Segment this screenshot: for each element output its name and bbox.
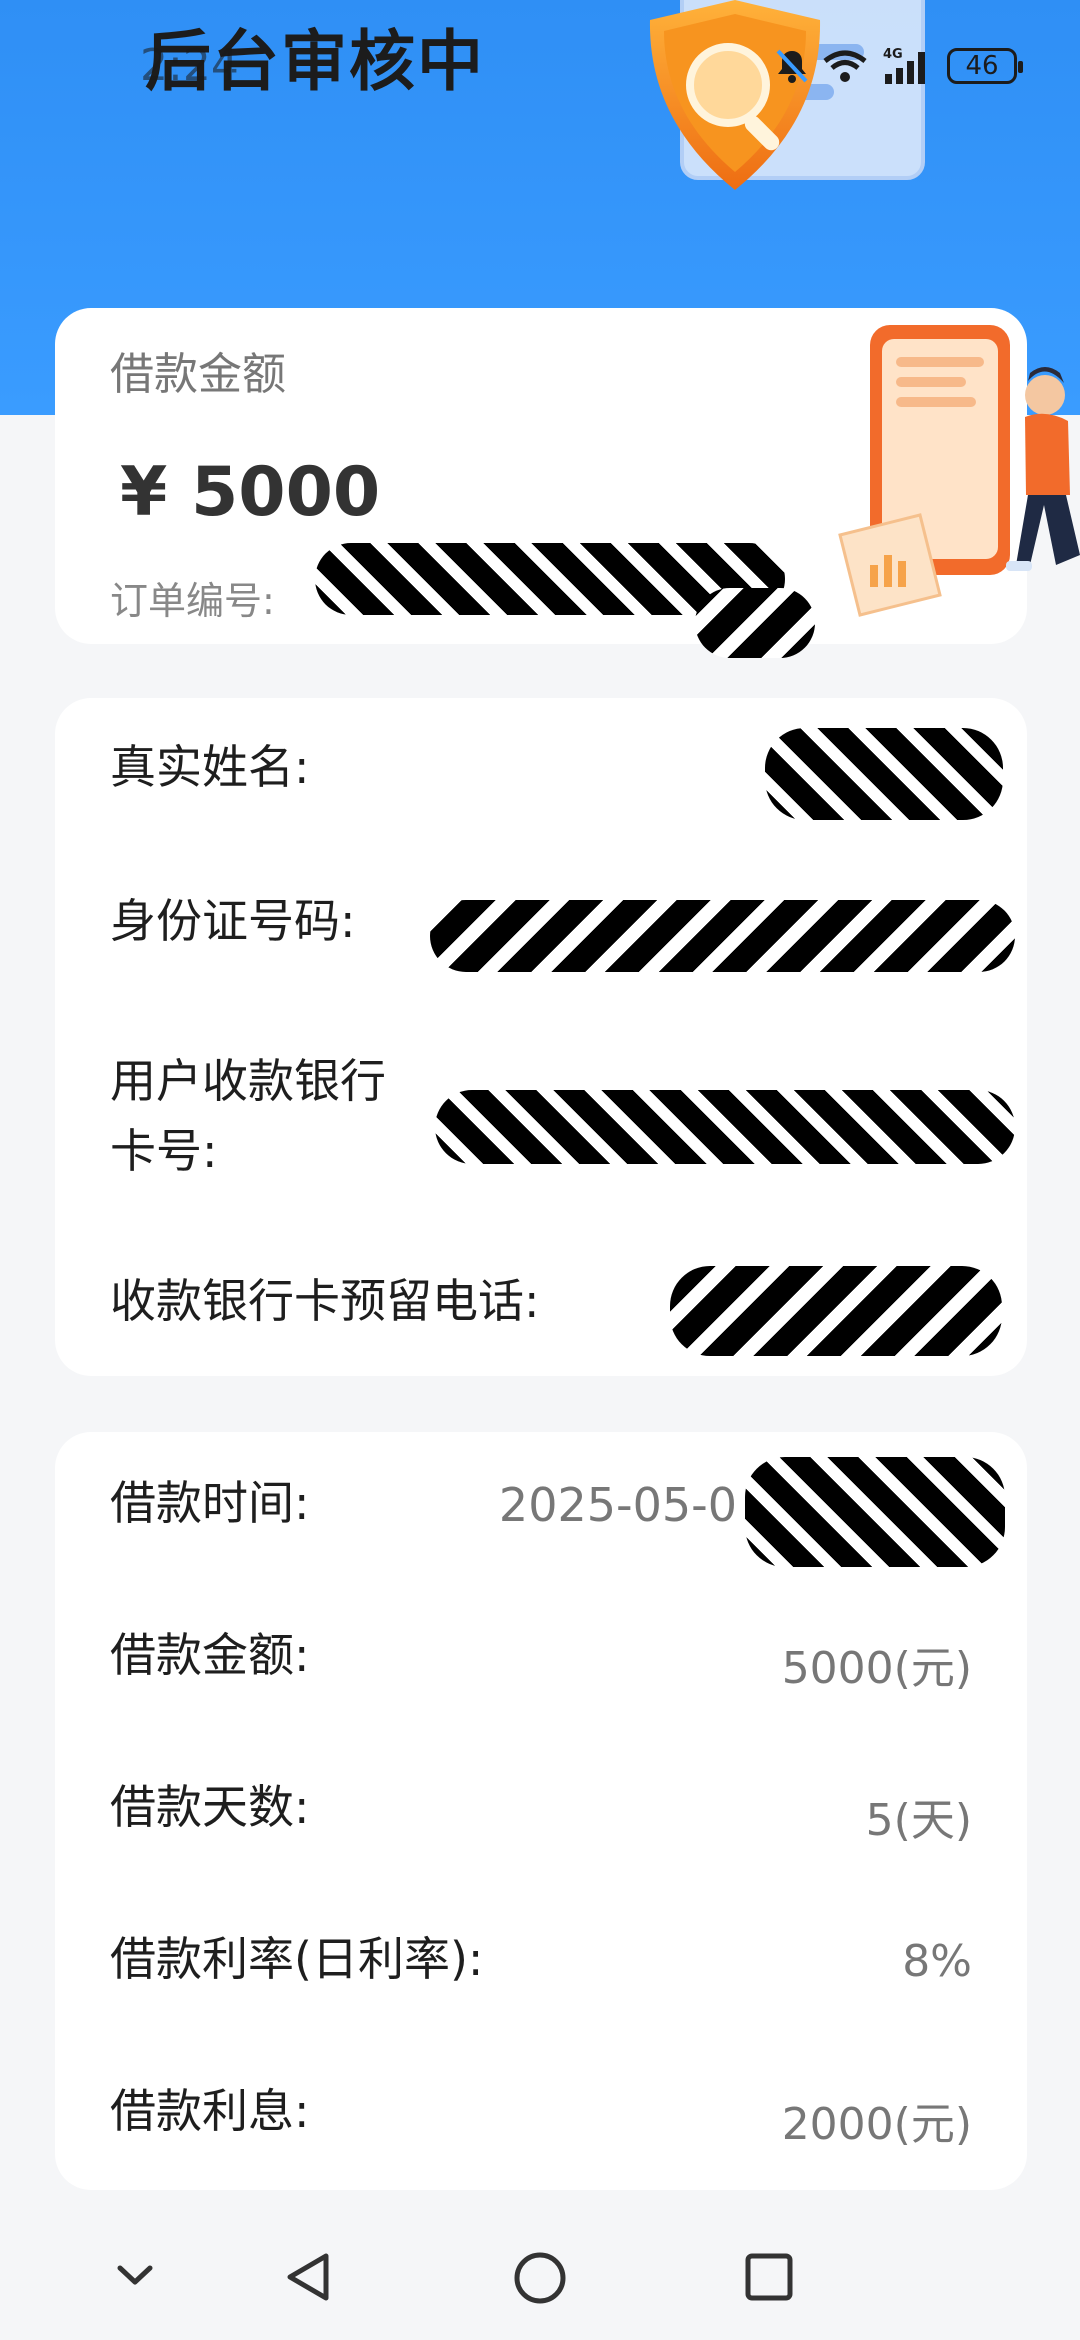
wifi-icon: [823, 50, 867, 82]
recents-icon[interactable]: [742, 2250, 796, 2308]
reserved-phone-label: 收款银行卡预留电话:: [110, 1274, 540, 1328]
bank-card-label-line2: 卡号:: [110, 1124, 218, 1178]
amount-value: ¥ 5000: [120, 453, 381, 532]
bank-card-redacted: [435, 1090, 1015, 1164]
identity-card: 真实姓名: 身份证号码: 用户收款银行 卡号: 收款银行卡预留电话:: [55, 698, 1027, 1376]
home-icon[interactable]: [512, 2250, 568, 2310]
order-number-redacted-extra: [695, 588, 815, 658]
loan-time-redacted: [745, 1457, 1005, 1567]
chevron-down-icon[interactable]: [110, 2250, 160, 2304]
status-icons: 4G 46: [775, 46, 1023, 86]
loan-time-value: 2025-05-0: [498, 1478, 737, 1532]
loan-details-card: 借款时间: 2025-05-0 借款金额: 5000(元) 借款天数: 5(天)…: [55, 1432, 1027, 2190]
reserved-phone-redacted: [670, 1266, 1002, 1356]
id-number-redacted: [430, 900, 1015, 972]
loan-amount-value: 5000(元): [781, 1643, 972, 1694]
order-number-label: 订单编号:: [110, 579, 275, 623]
real-name-label: 真实姓名:: [110, 740, 310, 794]
loan-days-value: 5(天): [865, 1795, 972, 1846]
loan-amount-label: 借款金额:: [110, 1628, 310, 1682]
real-name-redacted: [765, 728, 1003, 820]
shield-search-icon: [640, 0, 830, 199]
loan-rate-label: 借款利率(日利率):: [110, 1932, 484, 1986]
battery-icon: 46: [947, 48, 1023, 84]
svg-text:4G: 4G: [883, 47, 903, 62]
loan-rate-value: 8%: [902, 1936, 972, 1987]
person-phone-illustration: [830, 325, 1080, 629]
loan-days-label: 借款天数:: [110, 1780, 310, 1834]
status-time: 2:24: [140, 40, 239, 91]
signal-4g-icon: 4G: [883, 47, 925, 84]
loan-interest-value: 2000(元): [781, 2099, 972, 2150]
mute-bell-icon: [776, 49, 808, 83]
id-number-label: 身份证号码:: [110, 894, 356, 948]
loan-time-label: 借款时间:: [110, 1476, 310, 1530]
loan-interest-label: 借款利息:: [110, 2084, 310, 2138]
system-nav-bar: [0, 2210, 1080, 2340]
amount-label: 借款金额: [110, 349, 286, 400]
bank-card-label-line1: 用户收款银行: [110, 1054, 386, 1108]
back-icon[interactable]: [282, 2250, 336, 2308]
